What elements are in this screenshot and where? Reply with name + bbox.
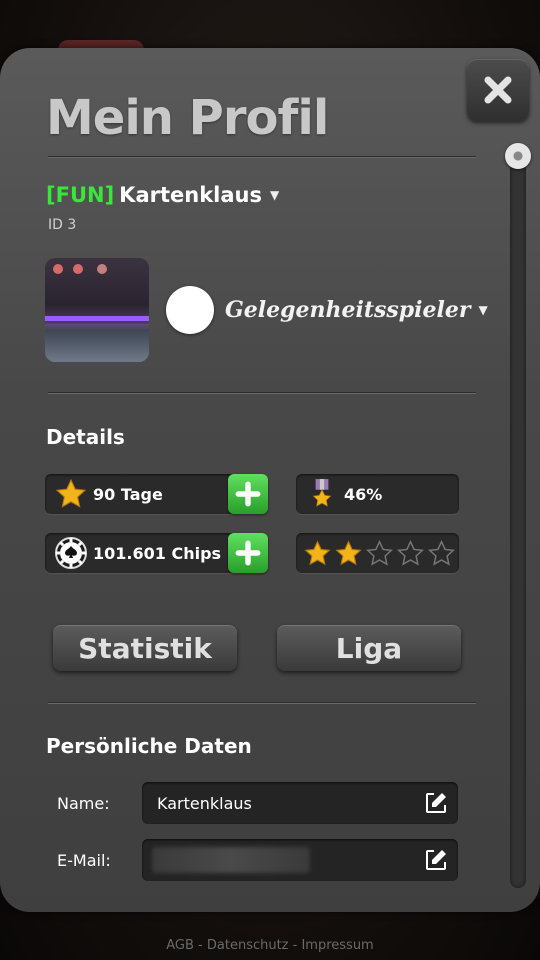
percent-stat: 46%	[296, 474, 459, 514]
star-empty-icon	[397, 539, 424, 566]
avatar-detail	[45, 316, 149, 321]
scrollbar-track[interactable]	[510, 160, 526, 888]
personal-data-heading: Persönliche Daten	[46, 734, 252, 758]
avatar-detail	[73, 264, 83, 274]
close-icon	[484, 76, 512, 104]
days-value: 90 Tage	[93, 484, 163, 504]
email-field[interactable]	[142, 839, 458, 881]
avatar[interactable]	[45, 258, 149, 362]
page-title: Mein Profil	[46, 90, 329, 146]
user-tag: [FUN]	[46, 183, 115, 207]
user-id: ID 3	[48, 217, 77, 233]
plus-icon	[235, 481, 261, 507]
edit-icon[interactable]	[424, 848, 448, 872]
star-filled-icon	[335, 539, 362, 565]
username: Kartenklaus	[119, 183, 262, 207]
rating-stat	[296, 533, 459, 573]
caret-down-icon: ▼	[270, 188, 280, 202]
divider	[48, 702, 476, 704]
level-dropdown[interactable]: Gelegenheitsspieler ▼	[225, 297, 488, 323]
name-label: Name:	[57, 794, 110, 813]
percent-value: 46%	[344, 484, 383, 504]
star-empty-icon	[428, 539, 455, 566]
divider	[48, 392, 476, 394]
email-value-obscured	[152, 847, 310, 873]
plus-icon	[235, 540, 261, 566]
level-badge	[166, 286, 214, 334]
avatar-detail	[97, 264, 107, 274]
details-heading: Details	[46, 425, 125, 449]
footer-links[interactable]: AGB - Datenschutz - Impressum	[0, 938, 540, 953]
liga-button[interactable]: Liga	[277, 625, 461, 671]
star-rating	[304, 539, 455, 567]
star-empty-icon	[366, 539, 393, 566]
statistik-button[interactable]: Statistik	[53, 625, 237, 671]
star-icon	[53, 476, 89, 512]
name-field[interactable]: Kartenklaus	[142, 782, 458, 824]
chips-value: 101.601 Chips	[93, 543, 222, 563]
caret-down-icon: ▼	[478, 303, 488, 317]
star-filled-icon	[304, 539, 331, 565]
scrollbar-thumb[interactable]	[505, 143, 531, 169]
chip-icon	[53, 535, 89, 571]
divider	[48, 156, 476, 158]
name-value: Kartenklaus	[157, 793, 252, 813]
close-button[interactable]	[467, 59, 529, 121]
edit-icon[interactable]	[424, 791, 448, 815]
email-label: E-Mail:	[57, 851, 111, 870]
medal-icon	[304, 476, 340, 512]
add-chips-button[interactable]	[228, 533, 268, 573]
level-name: Gelegenheitsspieler	[225, 297, 471, 323]
username-dropdown[interactable]: [FUN] Kartenklaus ▼	[46, 183, 279, 207]
avatar-detail	[53, 264, 63, 274]
add-days-button[interactable]	[228, 474, 268, 514]
